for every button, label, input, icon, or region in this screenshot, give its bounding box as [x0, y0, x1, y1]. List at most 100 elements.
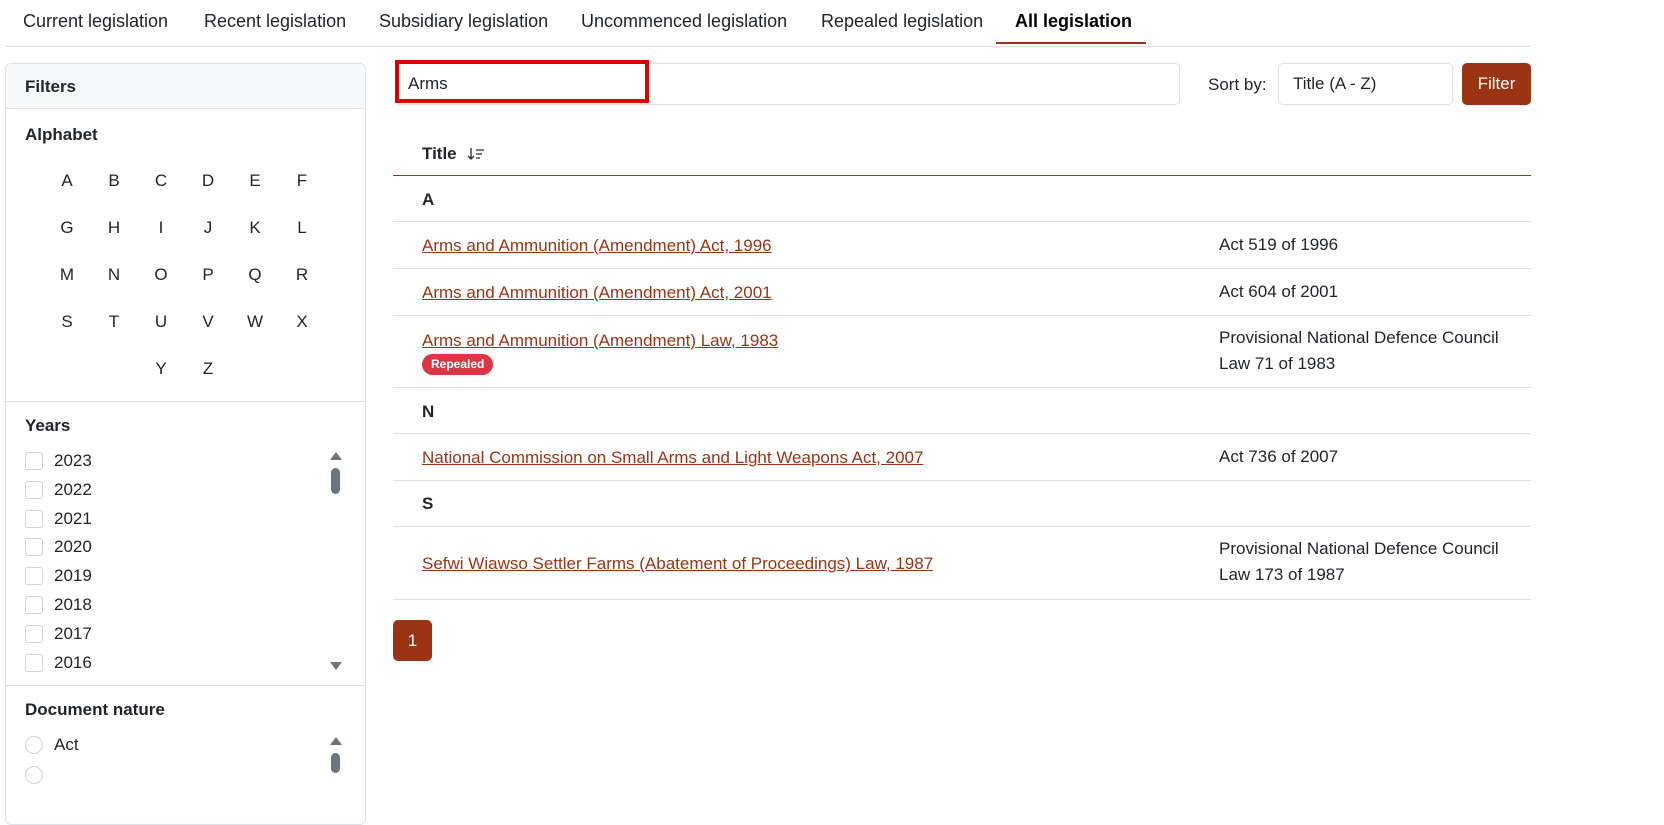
checkbox[interactable] [25, 510, 43, 528]
years-title: Years [25, 416, 71, 435]
letter-r[interactable]: R [287, 265, 317, 285]
pagination-page-button[interactable]: 1 [393, 620, 432, 661]
letter-v[interactable]: V [193, 312, 223, 332]
year-label: 2020 [54, 537, 92, 556]
filter-button[interactable]: Filter [1462, 63, 1531, 105]
scroll-up-arrow-icon[interactable] [330, 737, 342, 745]
year-option[interactable]: 2017 [25, 622, 92, 646]
radio-button[interactable] [25, 766, 43, 784]
document-nature-option[interactable] [25, 763, 54, 787]
letter-x[interactable]: X [287, 312, 317, 332]
legislation-number: Act 604 of 2001 [1219, 282, 1339, 301]
year-option[interactable]: 2019 [25, 564, 92, 588]
letter-j[interactable]: J [193, 218, 223, 238]
letter-p[interactable]: P [193, 265, 223, 285]
repealed-badge: Repealed [422, 354, 494, 375]
letter-w[interactable]: W [240, 312, 270, 332]
section-divider [6, 401, 365, 402]
legislation-number: Act 519 of 1996 [1219, 235, 1339, 254]
legislation-link[interactable]: National Commission on Small Arms and Li… [422, 448, 923, 468]
radio-button[interactable] [25, 736, 43, 754]
row-divider [393, 480, 1531, 481]
tab-repealed-legislation[interactable]: Repealed legislation [821, 0, 983, 45]
legislation-number-line1: Provisional National Defence Council [1219, 328, 1499, 347]
letter-k[interactable]: K [240, 218, 270, 238]
group-heading: A [422, 190, 435, 209]
document-nature-title: Document nature [25, 700, 165, 719]
year-option[interactable]: 2016 [25, 651, 92, 675]
year-label: 2023 [54, 451, 92, 470]
document-nature-option[interactable]: Act [25, 733, 79, 757]
legislation-link[interactable]: Sefwi Wiawso Settler Farms (Abatement of… [422, 554, 933, 574]
letter-g[interactable]: G [52, 218, 82, 238]
sort-select[interactable]: Title (A - Z) [1278, 63, 1453, 105]
year-label: 2016 [54, 653, 92, 672]
filters-sidebar: Filters Alphabet A B C D E F G H I J K L… [5, 63, 366, 825]
letter-q[interactable]: Q [240, 265, 270, 285]
letter-u[interactable]: U [146, 312, 176, 332]
checkbox[interactable] [25, 452, 43, 470]
year-option[interactable]: 2018 [25, 593, 92, 617]
letter-b[interactable]: B [99, 171, 129, 191]
title-column-header[interactable]: Title [422, 144, 485, 164]
letter-y[interactable]: Y [146, 359, 176, 379]
document-nature-label: Act [54, 735, 79, 754]
year-option[interactable]: 2023 [25, 449, 92, 473]
letter-i[interactable]: I [146, 218, 176, 238]
scroll-thumb[interactable] [331, 753, 340, 773]
legislation-link[interactable]: Arms and Ammunition (Amendment) Law, 198… [422, 331, 778, 351]
letter-o[interactable]: O [146, 265, 176, 285]
tab-all-legislation[interactable]: All legislation [996, 0, 1146, 44]
scroll-up-arrow-icon[interactable] [330, 452, 342, 460]
checkbox[interactable] [25, 481, 43, 499]
sort-descending-icon[interactable] [467, 146, 485, 162]
letter-h[interactable]: H [99, 218, 129, 238]
year-label: 2018 [54, 595, 92, 614]
letter-e[interactable]: E [240, 171, 270, 191]
legislation-link[interactable]: Arms and Ammunition (Amendment) Act, 200… [422, 283, 772, 303]
checkbox[interactable] [25, 596, 43, 614]
year-label: 2021 [54, 509, 92, 528]
year-option[interactable]: 2021 [25, 507, 92, 531]
letter-t[interactable]: T [99, 312, 129, 332]
row-divider [393, 387, 1531, 388]
tab-subsidiary-legislation[interactable]: Subsidiary legislation [379, 0, 548, 45]
letter-l[interactable]: L [287, 218, 317, 238]
year-option[interactable]: 2022 [25, 478, 92, 502]
tab-uncommenced-legislation[interactable]: Uncommenced legislation [581, 0, 787, 45]
year-option[interactable]: 2020 [25, 535, 92, 559]
group-heading: N [422, 402, 435, 421]
scroll-thumb[interactable] [331, 468, 340, 494]
letter-s[interactable]: S [52, 312, 82, 332]
legislation-number: Act 736 of 2007 [1219, 447, 1339, 466]
checkbox[interactable] [25, 538, 43, 556]
years-scrollbar[interactable] [329, 452, 343, 674]
legislation-tabs: Current legislation Recent legislation S… [5, 0, 1531, 47]
year-label: 2019 [54, 566, 92, 585]
row-divider [393, 433, 1531, 434]
legislation-number-line2: Law 173 of 1987 [1219, 565, 1345, 584]
sort-label: Sort by: [1208, 75, 1267, 94]
tab-current-legislation[interactable]: Current legislation [23, 0, 168, 45]
letter-d[interactable]: D [193, 171, 223, 191]
letter-z[interactable]: Z [193, 359, 223, 379]
legislation-link[interactable]: Arms and Ammunition (Amendment) Act, 199… [422, 236, 772, 256]
letter-f[interactable]: F [287, 171, 317, 191]
row-divider [393, 268, 1531, 269]
letter-n[interactable]: N [99, 265, 129, 285]
year-label: 2022 [54, 480, 92, 499]
tab-recent-legislation[interactable]: Recent legislation [204, 0, 346, 45]
letter-a[interactable]: A [52, 171, 82, 191]
alphabet-title: Alphabet [25, 125, 98, 144]
document-nature-scrollbar[interactable] [329, 737, 343, 777]
row-divider [393, 526, 1531, 527]
search-input[interactable]: Arms [395, 63, 1180, 105]
scroll-down-arrow-icon[interactable] [330, 662, 342, 670]
letter-m[interactable]: M [52, 265, 82, 285]
filters-header: Filters [6, 64, 365, 109]
row-divider [393, 221, 1531, 222]
checkbox[interactable] [25, 567, 43, 585]
checkbox[interactable] [25, 625, 43, 643]
letter-c[interactable]: C [146, 171, 176, 191]
checkbox[interactable] [25, 654, 43, 672]
